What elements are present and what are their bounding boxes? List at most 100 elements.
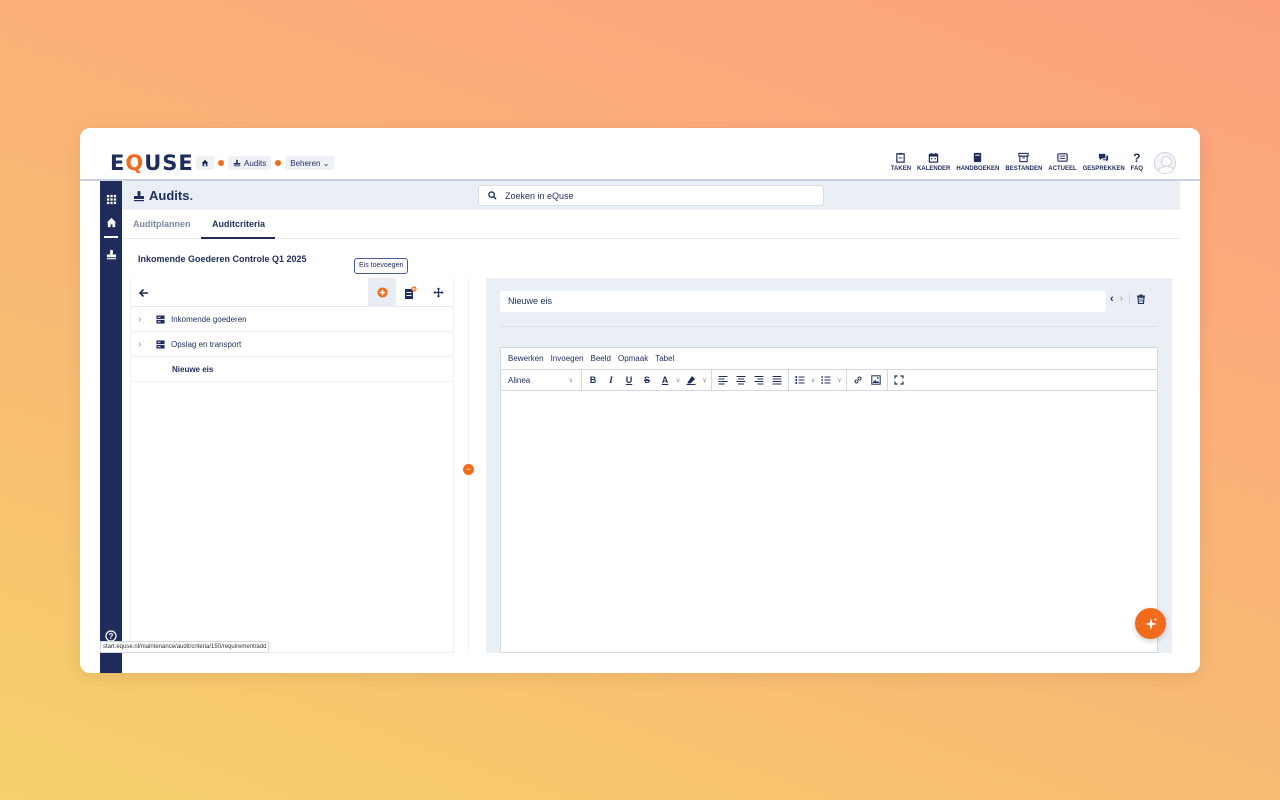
nav-kalender[interactable]: KALENDER — [914, 152, 953, 172]
breadcrumb-audits-label: Audits — [244, 158, 267, 168]
search-placeholder: Zoeken in eQuse — [505, 190, 574, 201]
align-center-button[interactable] — [733, 372, 749, 388]
record-navigation: ‹ › — [1110, 293, 1146, 305]
breadcrumb-beheren[interactable]: Beheren ⌄ — [285, 156, 335, 170]
nav-gesprekken-label: GESPREKKEN — [1082, 166, 1125, 172]
nav-divider — [1129, 293, 1131, 305]
nav-actueel-label: ACTUEEL — [1048, 166, 1077, 172]
requirement-title-field[interactable]: Nieuwe eis — [500, 291, 1106, 312]
italic-button[interactable]: I — [603, 372, 619, 388]
arrow-left-icon[interactable] — [138, 286, 152, 300]
ai-assistant-button[interactable] — [1135, 608, 1166, 639]
align-left-button[interactable] — [715, 372, 731, 388]
search-input[interactable]: Zoeken in eQuse — [478, 185, 824, 206]
chevron-right-icon[interactable]: › — [1120, 293, 1124, 305]
align-justify-button[interactable] — [769, 372, 785, 388]
breadcrumb-separator — [275, 160, 282, 166]
tree-leaf-row[interactable]: Nieuwe eis — [130, 357, 454, 382]
sparkles-icon — [1144, 617, 1157, 630]
menu-tabel[interactable]: Tabel — [655, 354, 674, 363]
underline-button[interactable]: U — [621, 372, 637, 388]
block-format-group: Alinea ∨ — [501, 369, 582, 391]
resize-handle-icon[interactable]: ⇔ — [463, 464, 474, 475]
nav-gesprekken[interactable]: GESPREKKEN — [1080, 152, 1128, 172]
numbered-list-button[interactable] — [792, 372, 808, 388]
strikethrough-button[interactable]: S — [639, 372, 655, 388]
image-button[interactable] — [868, 372, 884, 388]
nav-faq[interactable]: ? FAQ — [1128, 151, 1146, 173]
chevron-down-icon[interactable]: ∨ — [702, 377, 706, 384]
text-color-button[interactable]: A — [657, 372, 673, 388]
insert-group — [847, 369, 888, 391]
equse-logo[interactable]: EQUSE — [110, 152, 194, 174]
chevron-down-icon[interactable]: ∨ — [811, 377, 815, 384]
image-icon — [870, 375, 881, 385]
app-window: EQUSE Audits Beheren ⌄ TAKEN KALENDER HA… — [80, 128, 1200, 673]
menu-beeld[interactable]: Beeld — [591, 354, 611, 363]
calendar-icon — [928, 152, 939, 163]
view-group — [888, 370, 910, 391]
sidebar-divider — [104, 236, 118, 238]
chevron-down-icon[interactable]: ∨ — [837, 377, 841, 384]
stamp-icon — [233, 159, 241, 167]
rich-text-editor[interactable]: Bewerken Invoegen Beeld Opmaak Tabel Ali… — [500, 347, 1158, 653]
breadcrumb: Audits Beheren ⌄ — [196, 156, 335, 170]
nav-handboeken-label: HANDBOEKEN — [956, 166, 1000, 172]
archive-icon — [1018, 152, 1029, 163]
apps-grid-icon[interactable] — [100, 190, 122, 208]
folder-stack-icon — [156, 314, 165, 324]
alignment-group — [712, 369, 789, 391]
newspaper-icon — [1057, 152, 1068, 163]
trash-icon[interactable] — [1136, 294, 1146, 304]
module-title-text: Audits — [149, 188, 190, 203]
tree-group-row[interactable]: › Opslag en transport — [130, 332, 454, 357]
add-requirement-button[interactable] — [368, 278, 396, 307]
menu-invoegen[interactable]: Invoegen — [551, 354, 584, 363]
nav-actueel[interactable]: ACTUEEL — [1045, 152, 1079, 172]
fullscreen-button[interactable] — [891, 372, 907, 388]
help-circle-icon[interactable]: ? — [105, 629, 117, 642]
list-group: ∨ ∨ — [789, 369, 847, 391]
menu-bewerken[interactable]: Bewerken — [508, 354, 544, 363]
align-center-icon — [736, 376, 746, 385]
status-bar-url: start.equse.nl/maintenance/audit/criteri… — [100, 641, 270, 653]
chevron-left-icon[interactable]: ‹ — [1110, 293, 1114, 305]
tree-group-row[interactable]: › Inkomende goederen — [130, 307, 454, 332]
tab-auditplannen[interactable]: Auditplannen — [133, 219, 191, 229]
block-format-select[interactable]: Alinea ∨ — [504, 376, 578, 385]
link-button[interactable] — [850, 372, 866, 388]
chevron-right-icon: › — [138, 313, 142, 325]
move-button[interactable] — [424, 278, 452, 307]
nav-taken-label: TAKEN — [890, 166, 912, 172]
align-right-button[interactable] — [751, 372, 767, 388]
breadcrumb-home[interactable] — [196, 156, 214, 170]
stamp-icon[interactable] — [100, 245, 122, 263]
chevron-down-icon[interactable]: ∨ — [676, 377, 680, 384]
tab-bar: Auditplannen Auditcriteria — [122, 210, 1180, 239]
tab-auditcriteria[interactable]: Auditcriteria — [212, 219, 265, 229]
user-avatar[interactable] — [1154, 152, 1176, 174]
menu-opmaak[interactable]: Opmaak — [618, 354, 648, 363]
tooltip-eis-toevoegen: Eis toevoegen — [354, 258, 409, 274]
top-header: EQUSE Audits Beheren ⌄ TAKEN KALENDER HA… — [80, 128, 1200, 181]
svg-text:?: ? — [109, 632, 114, 641]
nav-handboeken[interactable]: HANDBOEKEN — [953, 152, 1002, 172]
nav-bestanden[interactable]: BESTANDEN — [1002, 152, 1045, 172]
home-icon — [201, 159, 209, 167]
add-group-button[interactable] — [396, 278, 424, 307]
page-title: Inkomende Goederen Controle Q1 2025 — [138, 254, 307, 264]
breadcrumb-audits[interactable]: Audits — [228, 156, 272, 170]
align-right-icon — [754, 376, 764, 385]
bold-button[interactable]: B — [585, 372, 601, 388]
bullet-list-button[interactable] — [818, 372, 834, 388]
active-tab-indicator — [201, 237, 275, 239]
chevron-right-icon: › — [138, 338, 142, 350]
home-icon[interactable] — [100, 213, 122, 231]
highlight-button[interactable] — [683, 372, 699, 388]
breadcrumb-beheren-label: Beheren ⌄ — [290, 158, 330, 168]
numbered-list-icon — [795, 376, 805, 384]
nav-taken[interactable]: TAKEN — [888, 152, 914, 172]
clipboard-icon — [895, 152, 906, 163]
bullet-list-icon — [821, 376, 831, 384]
editor-menubar: Bewerken Invoegen Beeld Opmaak Tabel — [501, 348, 1157, 370]
